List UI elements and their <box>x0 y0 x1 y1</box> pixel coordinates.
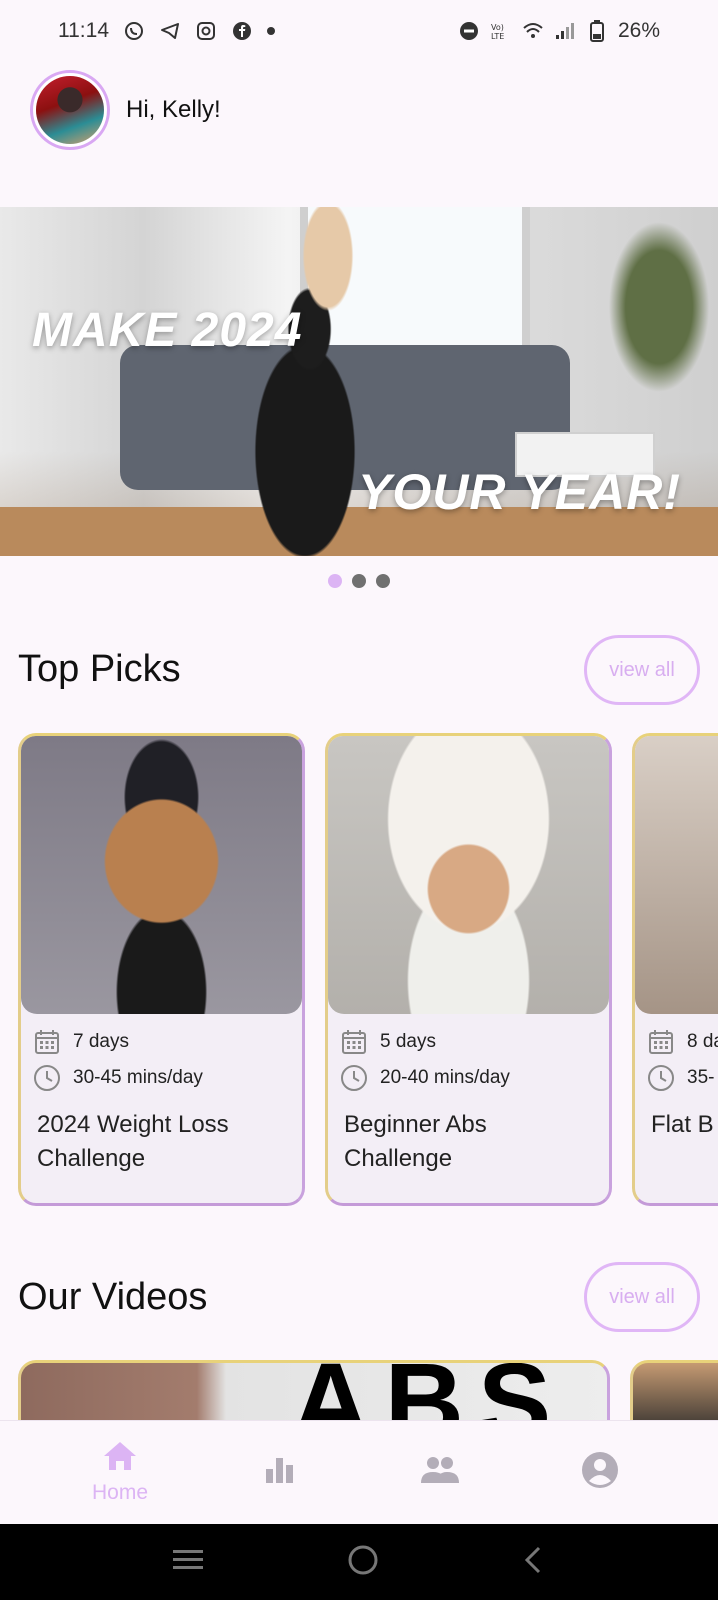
program-duration: 20-40 mins/day <box>380 1067 510 1088</box>
program-duration: 30-45 mins/day <box>73 1067 203 1088</box>
clock-icon <box>647 1064 675 1092</box>
notification-dot <box>267 27 275 35</box>
program-days: 5 days <box>380 1031 436 1052</box>
clock-icon <box>340 1064 368 1092</box>
calendar-icon <box>340 1028 368 1056</box>
whatsapp-icon <box>123 20 145 42</box>
battery-percent: 26% <box>617 19 660 42</box>
carousel-dot[interactable] <box>352 574 366 588</box>
program-title: Beginner Abs Challenge <box>344 1111 487 1172</box>
signal-icon <box>554 20 576 42</box>
nav-stats[interactable] <box>200 1421 360 1524</box>
greeting-text: Hi, Kelly! <box>126 96 221 123</box>
video-thumb-text: ABS <box>291 1363 565 1420</box>
recent-apps-icon[interactable] <box>171 1547 205 1578</box>
top-picks-title: Top Picks <box>18 648 181 690</box>
back-icon[interactable] <box>521 1545 547 1580</box>
videos-list: ABS <box>18 1360 718 1420</box>
program-card-image <box>635 736 718 1014</box>
our-videos-view-all-button[interactable]: view all <box>584 1262 700 1332</box>
svg-text:Vo): Vo) <box>491 23 504 32</box>
status-time: 11:14 <box>58 19 109 42</box>
banner-headline-1: MAKE 2024 <box>32 304 303 357</box>
our-videos-title: Our Videos <box>18 1276 208 1318</box>
video-card[interactable] <box>630 1360 718 1420</box>
carousel-indicator <box>0 574 718 588</box>
program-title: 2024 Weight Loss Challenge <box>37 1111 229 1172</box>
program-card[interactable]: 8 da 35- Flat B <box>632 733 718 1206</box>
program-duration: 35- <box>687 1067 715 1088</box>
facebook-icon <box>231 20 253 42</box>
battery-icon <box>586 20 608 42</box>
svg-text:LTE: LTE <box>491 32 504 41</box>
carousel-dot[interactable] <box>376 574 390 588</box>
stats-icon <box>264 1455 296 1490</box>
top-picks-view-all-button[interactable]: view all <box>584 635 700 705</box>
telegram-icon <box>159 20 181 42</box>
calendar-icon <box>33 1028 61 1056</box>
program-title: Flat B <box>651 1111 714 1138</box>
home-icon <box>102 1440 138 1477</box>
instagram-icon <box>195 20 217 42</box>
do-not-disturb-icon <box>458 20 480 42</box>
promo-banner[interactable]: MAKE 2024 YOUR YEAR! <box>0 207 718 556</box>
carousel-dot[interactable] <box>328 574 342 588</box>
nav-home-label: Home <box>91 1481 149 1504</box>
program-card-image <box>328 736 609 1014</box>
calendar-icon <box>647 1028 675 1056</box>
home-button-icon[interactable] <box>346 1543 380 1582</box>
program-days: 8 da <box>687 1031 718 1052</box>
nav-home[interactable]: Home <box>40 1421 200 1524</box>
top-picks-list: 7 days 30-45 mins/day 2024 Weight Loss C… <box>18 733 718 1208</box>
profile-icon <box>581 1451 619 1494</box>
program-card[interactable]: 5 days 20-40 mins/day Beginner Abs Chall… <box>325 733 612 1206</box>
program-days: 7 days <box>73 1031 129 1052</box>
nav-community[interactable] <box>360 1421 520 1524</box>
clock-icon <box>33 1064 61 1092</box>
wifi-icon <box>522 20 544 42</box>
program-card-image <box>21 736 302 1014</box>
nav-profile[interactable] <box>520 1421 680 1524</box>
header: Hi, Kelly! <box>30 70 221 150</box>
status-bar: 11:14 Vo) LTE 26% <box>0 0 718 62</box>
banner-headline-2: YOUR YEAR! <box>358 464 682 520</box>
volte-icon: Vo) LTE <box>490 20 512 42</box>
system-navigation-bar <box>0 1524 718 1600</box>
video-card[interactable]: ABS <box>18 1360 610 1420</box>
community-icon <box>419 1455 461 1490</box>
bottom-navigation: Home <box>0 1420 718 1524</box>
program-card[interactable]: 7 days 30-45 mins/day 2024 Weight Loss C… <box>18 733 305 1206</box>
avatar[interactable] <box>30 70 110 150</box>
